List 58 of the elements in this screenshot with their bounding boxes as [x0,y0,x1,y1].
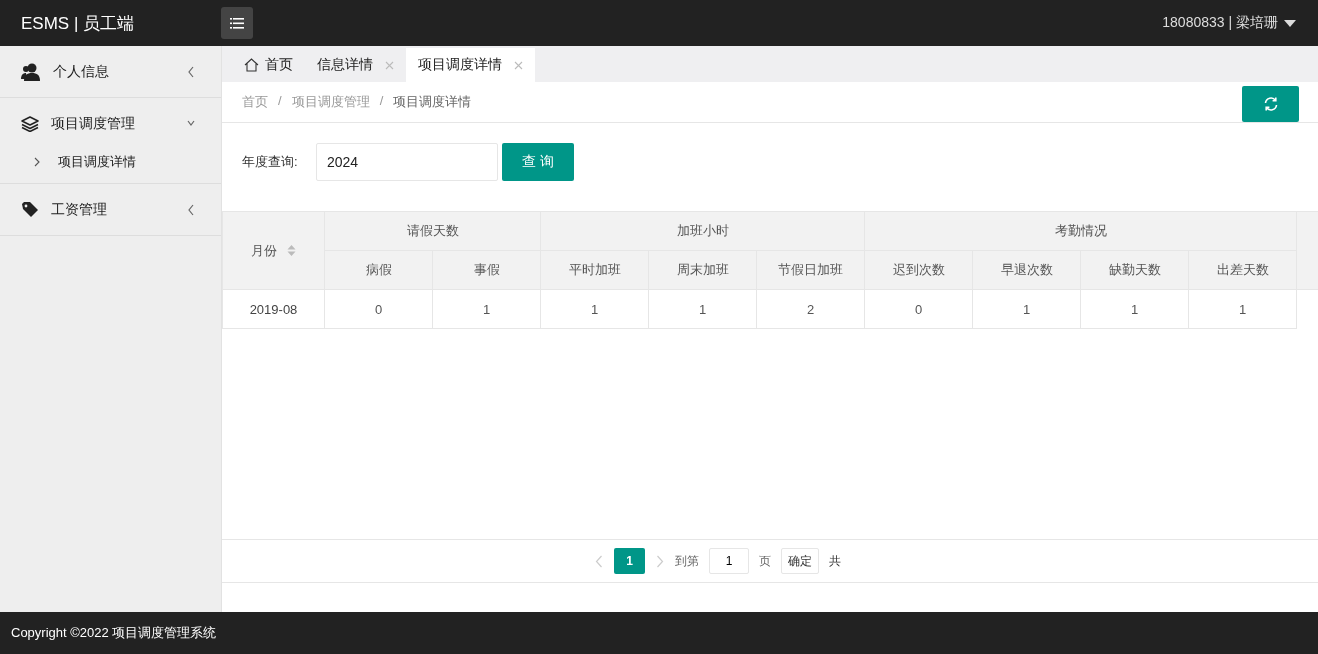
sidebar-item[interactable]: 个人信息 [0,46,221,97]
table-cell: 1 [648,289,757,329]
tab[interactable]: 项目调度详情 [406,48,535,82]
column-header: 病假 [324,250,433,290]
next-page-icon[interactable] [656,554,664,568]
column-header: 事假 [432,250,541,290]
column-header: 迟到次数 [864,250,973,290]
caret-icon [1284,19,1296,27]
column-header: 节假日加班 [756,250,865,290]
table-cell: 1 [1080,289,1189,329]
column-header: 出差天数 [1188,250,1297,290]
tab[interactable]: 首页 [232,48,305,82]
users-icon [21,62,41,81]
table-cell: 1 [1188,289,1297,329]
refresh-button[interactable] [1242,86,1299,122]
close-icon[interactable] [514,60,523,70]
confirm-button[interactable]: 确定 [781,548,819,574]
menu-icon [230,17,244,29]
group-header: 加班小时 [540,211,865,251]
chevron-right-icon [34,157,40,167]
column-header: 平时加班 [540,250,649,290]
group-header: 请假天数 [324,211,541,251]
table-cell: 2019-08 [222,289,325,329]
year-input[interactable]: 2024 [316,143,498,181]
breadcrumb-link[interactable]: 项目调度详情 [393,93,472,111]
column-header: 缺勤天数 [1080,250,1189,290]
user-menu[interactable]: 18080833 | 梁培珊 [1162,14,1296,32]
pager-label: 到第 [675,552,699,570]
home-icon [244,58,259,72]
column-header: 早退次数 [972,250,1081,290]
sort-icon [287,244,296,257]
sidebar-item[interactable]: 工资管理 [0,184,221,235]
table-cell: 1 [972,289,1081,329]
table-cell: 1 [540,289,649,329]
tag-icon [21,200,39,219]
tab[interactable]: 信息详情 [305,48,406,82]
previous-page-icon[interactable] [595,554,603,568]
column-header: 周末加班 [648,250,757,290]
group-header: 考勤情况 [864,211,1297,251]
table-cell: 0 [864,289,973,329]
refresh-icon [1262,96,1279,112]
query-button[interactable]: 查 询 [502,143,574,181]
breadcrumb-separator: / [278,93,282,110]
page-input[interactable]: 1 [709,548,749,574]
app-logo: ESMS | 员工端 [21,12,136,35]
close-icon[interactable] [385,60,394,70]
layers-icon [21,115,39,132]
table-cell: 1 [432,289,541,329]
pager-label: 共 [829,552,841,570]
table-cell: 2 [756,289,865,329]
table-cell: 0 [324,289,433,329]
pager-label: 页 [759,552,771,570]
menu-button[interactable] [221,7,253,39]
page-button[interactable]: 1 [614,548,645,574]
field-label: 年度查询: [242,153,299,171]
copyright-text: Copyright ©2022 项目调度管理系统 [11,624,217,642]
breadcrumb-separator: / [379,93,384,110]
column-header[interactable]: 月份 [222,211,325,290]
